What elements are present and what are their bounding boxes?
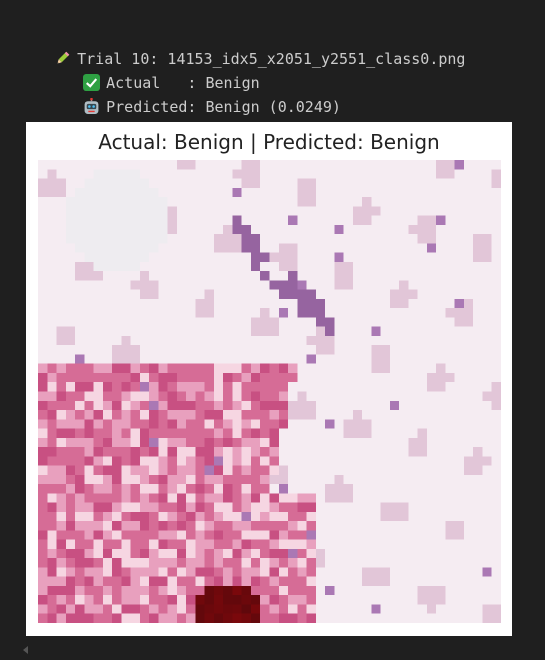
scroll-left-arrow[interactable]	[23, 646, 28, 654]
matplotlib-figure: Actual: Benign | Predicted: Benign	[26, 122, 512, 636]
predicted-text: Predicted: Benign (0.0249)	[106, 98, 341, 116]
notebook-output-cell: Trial 10: 14153_idx5_x2051_y2551_class0.…	[0, 0, 545, 660]
robot-icon	[84, 98, 99, 114]
figure-title: Actual: Benign | Predicted: Benign	[98, 130, 440, 154]
histology-image	[38, 160, 501, 623]
